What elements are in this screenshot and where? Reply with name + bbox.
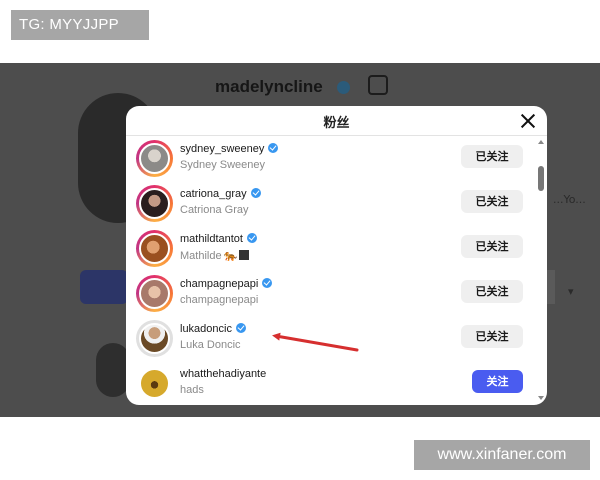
avatar[interactable] [139,233,170,264]
profile-action-button [80,270,128,304]
close-icon[interactable] [519,112,537,130]
screenshot-canvas: TG: MYYJJPP madelyncline ...Yo... ▾ 粉丝 s… [0,0,600,480]
watermark-top-left: TG: MYYJJPP [11,10,149,40]
username[interactable]: sydney_sweeney [180,143,279,155]
list-item[interactable]: catriona_gray Catriona Gray 已关注 [126,184,536,229]
following-button[interactable]: 已关注 [461,235,523,258]
verified-icon [246,233,257,243]
follow-button[interactable]: 关注 [472,370,523,393]
followers-list[interactable]: sydney_sweeney Sydney Sweeney 已关注 catrio… [126,137,536,405]
avatar[interactable] [139,323,170,354]
list-item[interactable]: sydney_sweeney Sydney Sweeney 已关注 [126,139,536,184]
full-name: hads [180,384,204,396]
full-name: Mathilde 🐅 [180,249,250,262]
following-button[interactable]: 已关注 [461,190,523,213]
avatar-ring [136,320,173,357]
list-item[interactable]: champagnepapi champagnepapi 已关注 [126,274,536,319]
verified-icon [235,323,246,333]
username[interactable]: lukadoncic [180,323,246,335]
full-name: Catriona Gray [180,204,249,216]
avatar-ring [136,140,173,177]
avatar[interactable] [139,143,170,174]
followers-modal: 粉丝 sydney_sweeney Sydney Sweeney 已关注 cat… [126,106,547,405]
verified-icon [250,188,261,198]
list-item[interactable]: lukadoncic Luka Doncic 已关注 [126,319,536,364]
avatar[interactable] [139,368,170,399]
profile-username: madelyncline [215,77,323,96]
scrollbar[interactable] [536,137,547,405]
scroll-up-arrow-icon[interactable] [538,140,544,144]
dropdown-arrow-icon: ▾ [568,285,574,298]
username[interactable]: whatthehadiyante [180,368,266,380]
avatar-ring [136,365,173,402]
following-button[interactable]: 已关注 [461,145,523,168]
verified-icon [262,278,273,288]
username[interactable]: catriona_gray [180,188,261,200]
watermark-bottom-right: www.xinfaner.com [414,440,590,470]
following-button[interactable]: 已关注 [461,325,523,348]
threads-icon [368,75,388,95]
scrollbar-thumb[interactable] [538,166,544,191]
modal-title: 粉丝 [323,116,350,131]
list-item[interactable]: mathildtantot Mathilde 🐅 已关注 [126,229,536,274]
username[interactable]: mathildtantot [180,233,257,245]
full-name: Luka Doncic [180,339,241,351]
avatar-ring [136,230,173,267]
avatar[interactable] [139,278,170,309]
full-name: champagnepapi [180,294,259,306]
black-square-icon [239,250,250,260]
verified-icon [268,143,279,153]
tiger-emoji-icon: 🐅 [223,250,238,262]
avatar-ring [136,275,173,312]
full-name: Sydney Sweeney [180,159,265,171]
list-item[interactable]: whatthehadiyante hads 关注 [126,364,536,405]
avatar-ring [136,185,173,222]
avatar[interactable] [139,188,170,219]
profile-side-text: ...Yo... [553,193,586,206]
highlight-circle [96,343,130,397]
username[interactable]: champagnepapi [180,278,273,290]
verified-badge-icon [337,81,350,94]
modal-header: 粉丝 [126,106,547,136]
following-button[interactable]: 已关注 [461,280,523,303]
scroll-down-arrow-icon[interactable] [538,396,544,400]
